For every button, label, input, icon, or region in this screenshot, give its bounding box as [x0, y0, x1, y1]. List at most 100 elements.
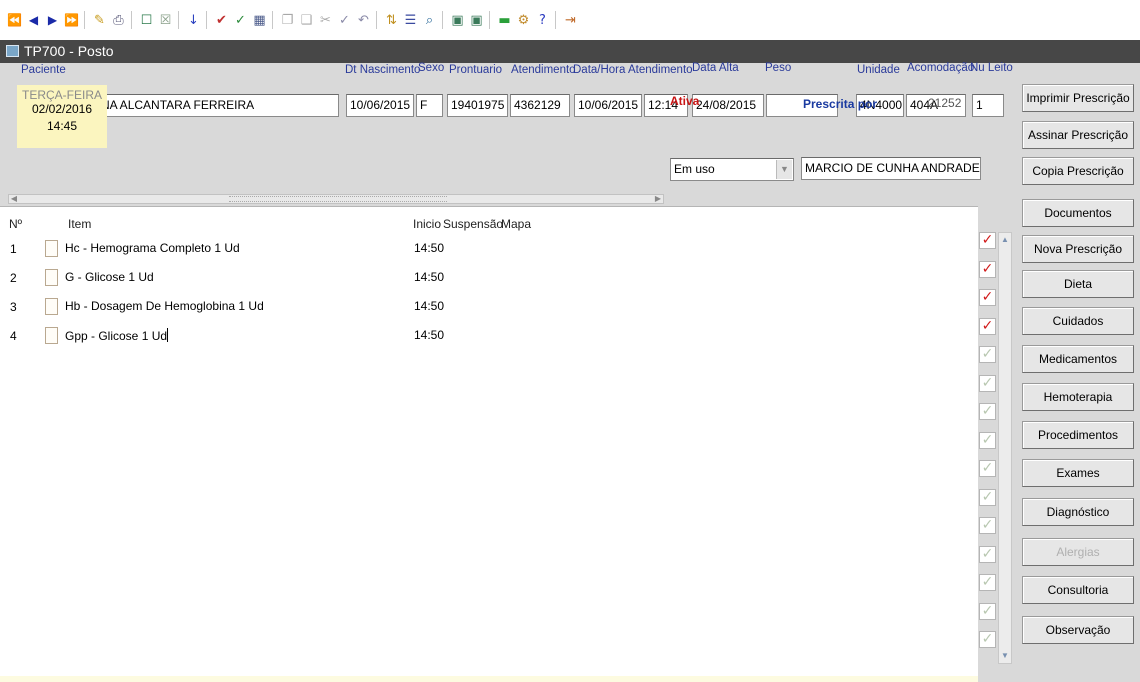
row-inicio: 14:50: [414, 328, 445, 342]
row-checkbox[interactable]: ✓: [979, 346, 996, 363]
table-row[interactable]: 3 Hb - Dosagem De Hemoglobina 1 Ud 14:50: [0, 294, 978, 322]
clear-icon[interactable]: ✓: [336, 11, 353, 29]
row-checkbox[interactable]: ✓: [979, 403, 996, 420]
header-mapa: Mapa: [501, 217, 532, 231]
import-icon[interactable]: ▣: [468, 11, 485, 29]
prescriber-field[interactable]: MARCIO DE CUNHA ANDRADE: [801, 157, 981, 180]
row-item[interactable]: Gpp - Glicose 1 Ud: [65, 328, 169, 343]
row-checkbox[interactable]: ✓: [979, 488, 996, 506]
label-prontuario: Prontuario: [449, 64, 503, 76]
data-atendimento-field[interactable]: 10/06/2015: [574, 94, 642, 117]
sexo-field[interactable]: F: [416, 94, 443, 117]
label-nu-leito: Nu Leito: [970, 62, 1013, 74]
current-date: 02/02/2016: [31, 102, 93, 116]
row-checkbox[interactable]: ✓: [979, 631, 996, 648]
last-record-icon[interactable]: ⏩: [63, 11, 80, 29]
row-item[interactable]: Hc - Hemograma Completo 1 Ud: [65, 241, 240, 255]
row-number: 1: [10, 242, 17, 256]
chevron-down-icon[interactable]: ▼: [776, 160, 792, 179]
cuidados-button[interactable]: Cuidados: [1022, 307, 1134, 335]
horizontal-scrollbar[interactable]: ◀ ▶: [8, 194, 664, 204]
delete-record-icon[interactable]: ☒: [157, 11, 174, 29]
prontuario-field[interactable]: 19401975: [447, 94, 508, 117]
row-item[interactable]: Hb - Dosagem De Hemoglobina 1 Ud: [65, 299, 264, 313]
row-checkbox[interactable]: ✓: [979, 460, 996, 477]
document-icon[interactable]: [45, 240, 58, 257]
row-checkbox[interactable]: ✓: [979, 545, 996, 563]
print-icon[interactable]: ⎙: [110, 11, 127, 29]
toolbar-separator: [131, 11, 135, 29]
copia-prescricao-button[interactable]: Copia Prescrição: [1022, 157, 1134, 185]
scroll-down-icon[interactable]: ▼: [999, 650, 1011, 662]
undo-icon[interactable]: ↶: [355, 11, 372, 29]
note-icon[interactable]: ▬: [496, 11, 513, 29]
document-icon[interactable]: [45, 298, 58, 315]
row-checkbox[interactable]: ✓: [979, 232, 996, 249]
row-checkbox[interactable]: ✓: [979, 602, 996, 620]
observacao-button[interactable]: Observação: [1022, 616, 1134, 644]
row-checkbox[interactable]: ✓: [979, 574, 996, 591]
label-dt-nascimento: Dt Nascimento: [345, 64, 421, 76]
row-inicio: 14:50: [414, 299, 445, 313]
table-row[interactable]: 2 G - Glicose 1 Ud 14:50: [0, 265, 978, 293]
edit-icon[interactable]: ✎: [91, 11, 108, 29]
alergias-button[interactable]: Alergias: [1022, 538, 1134, 566]
row-item[interactable]: G - Glicose 1 Ud: [65, 270, 154, 284]
hemoterapia-button[interactable]: Hemoterapia: [1022, 383, 1134, 411]
data-alta-field[interactable]: 24/08/2015: [692, 94, 764, 117]
toolbar-separator: [178, 11, 182, 29]
exames-button[interactable]: Exames: [1022, 459, 1134, 487]
scroll-up-icon[interactable]: ▲: [999, 234, 1011, 246]
diagnostico-button[interactable]: Diagnóstico: [1022, 498, 1134, 526]
documentos-button[interactable]: Documentos: [1022, 199, 1134, 227]
procedimentos-button[interactable]: Procedimentos: [1022, 421, 1134, 449]
reject-icon[interactable]: ✓: [232, 11, 249, 29]
grid-icon[interactable]: ▦: [251, 11, 268, 29]
accept-icon[interactable]: ✔: [213, 11, 230, 29]
table-row[interactable]: 4 Gpp - Glicose 1 Ud 14:50: [0, 323, 978, 351]
previous-record-icon[interactable]: ◀: [25, 11, 42, 29]
row-checkbox[interactable]: ✓: [979, 374, 996, 392]
row-checkbox[interactable]: ✓: [979, 317, 996, 335]
search-icon[interactable]: ⌕: [421, 11, 438, 29]
medicamentos-button[interactable]: Medicamentos: [1022, 345, 1134, 373]
consultoria-button[interactable]: Consultoria: [1022, 576, 1134, 604]
table-row[interactable]: 1 Hc - Hemograma Completo 1 Ud 14:50: [0, 236, 978, 264]
paste-icon[interactable]: ❑: [298, 11, 315, 29]
copy-icon[interactable]: ❐: [279, 11, 296, 29]
label-acomodacao: Acomodação: [907, 62, 975, 74]
scroll-right-icon[interactable]: ▶: [653, 194, 663, 204]
export-icon[interactable]: ▣: [449, 11, 466, 29]
sort-icon[interactable]: ⇅: [383, 11, 400, 29]
cut-icon[interactable]: ✂: [317, 11, 334, 29]
help-icon[interactable]: ?: [534, 11, 551, 29]
tools-icon[interactable]: ⚙: [515, 11, 532, 29]
save-icon[interactable]: ↓: [185, 11, 202, 29]
next-record-icon[interactable]: ▶: [44, 11, 61, 29]
exit-icon[interactable]: ⇥: [562, 11, 579, 29]
row-checkbox[interactable]: ✓: [979, 517, 996, 534]
row-checkbox[interactable]: ✓: [979, 431, 996, 449]
toolbar-separator: [206, 11, 210, 29]
nu-leito-field[interactable]: 1: [972, 94, 1004, 117]
document-icon[interactable]: [45, 327, 58, 344]
first-record-icon[interactable]: ⏪: [6, 11, 23, 29]
new-record-icon[interactable]: ☐: [138, 11, 155, 29]
dt-nascimento-field[interactable]: 10/06/2015: [346, 94, 414, 117]
assinar-prescricao-button[interactable]: Assinar Prescrição: [1022, 121, 1134, 149]
status-select[interactable]: Em uso ▼: [670, 158, 794, 181]
list-icon[interactable]: ☰: [402, 11, 419, 29]
row-checkbox[interactable]: ✓: [979, 260, 996, 278]
label-atendimento: Atendimento: [511, 64, 576, 76]
ativa-label: Ativa: [670, 94, 700, 108]
vertical-scrollbar[interactable]: ▲ ▼: [998, 232, 1012, 664]
document-icon[interactable]: [45, 269, 58, 286]
row-checkbox[interactable]: ✓: [979, 289, 996, 306]
header-suspensao: Suspensão: [443, 217, 504, 231]
imprimir-prescricao-button[interactable]: Imprimir Prescrição: [1022, 84, 1134, 112]
scroll-thumb[interactable]: [229, 196, 447, 202]
atendimento-field[interactable]: 4362129: [510, 94, 570, 117]
scroll-left-icon[interactable]: ◀: [9, 194, 19, 204]
nova-prescricao-button[interactable]: Nova Prescrição: [1022, 235, 1134, 263]
dieta-button[interactable]: Dieta: [1022, 270, 1134, 298]
